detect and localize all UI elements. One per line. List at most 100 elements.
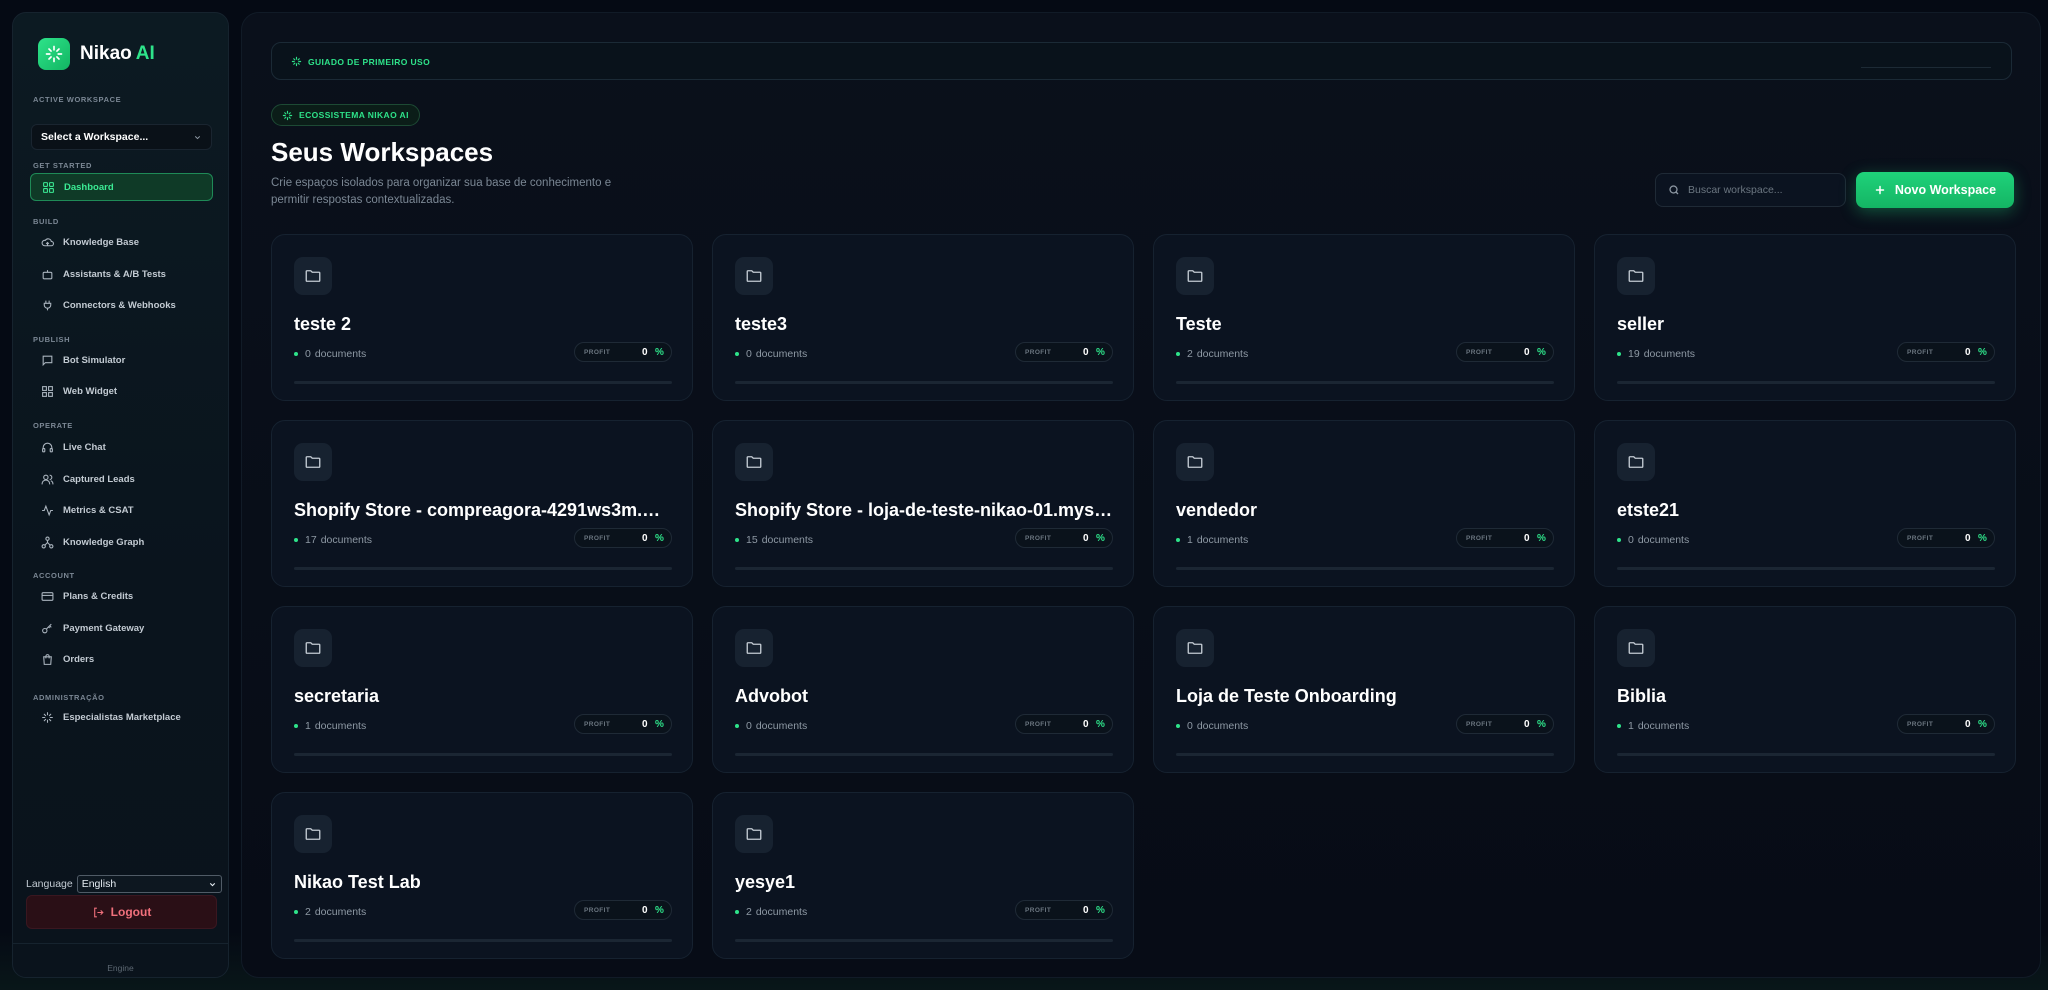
- doc-count-value: 1: [305, 720, 311, 732]
- sidebar-item-orders[interactable]: Orders: [30, 645, 213, 673]
- language-select[interactable]: English: [76, 875, 222, 893]
- workspace-card[interactable]: teste3 0 documents PROFIT 0%: [712, 234, 1134, 401]
- sidebar-item-label: Especialistas Marketplace: [63, 711, 181, 723]
- activity-icon: [42, 504, 53, 516]
- profit-progress-bar: [1617, 753, 1995, 756]
- workspace-card[interactable]: Teste 2 documents PROFIT 0%: [1153, 234, 1575, 401]
- sidebar-item-label: Metrics & CSAT: [63, 504, 134, 516]
- sidebar-item-payment-gateway[interactable]: Payment Gateway: [30, 614, 213, 642]
- new-workspace-button[interactable]: Novo Workspace: [1856, 172, 2014, 208]
- page-title: Seus Workspaces: [271, 137, 494, 167]
- workspace-name: Teste: [1176, 314, 1222, 334]
- credit-card-icon: [41, 591, 54, 601]
- folder-icon: [1176, 629, 1214, 667]
- profit-badge: PROFIT 0%: [1456, 714, 1554, 734]
- workspace-card[interactable]: yesye1 2 documents PROFIT 0%: [712, 792, 1134, 959]
- status-dot: [735, 910, 739, 914]
- doc-count-value: 2: [305, 906, 311, 918]
- profit-label: PROFIT: [1025, 535, 1052, 542]
- folder-icon: [1176, 257, 1214, 295]
- guide-label: GUIADO DE PRIMEIRO USO: [291, 56, 430, 67]
- profit-progress-bar: [735, 567, 1113, 570]
- profit-value: 0: [1083, 347, 1089, 358]
- workspace-card[interactable]: Biblia 1 documents PROFIT 0%: [1594, 606, 2016, 773]
- profit-progress-bar: [1617, 381, 1995, 384]
- brand[interactable]: Nikao AI: [38, 38, 155, 70]
- doc-count-value: 2: [1187, 348, 1193, 360]
- engine-label: Engine: [107, 963, 134, 973]
- sidebar-item-knowledge-graph[interactable]: Knowledge Graph: [30, 528, 213, 556]
- profit-badge: PROFIT 0%: [574, 342, 672, 362]
- workspace-card[interactable]: Advobot 0 documents PROFIT 0%: [712, 606, 1134, 773]
- workspace-card[interactable]: teste 2 0 documents PROFIT 0%: [271, 234, 693, 401]
- sidebar-item-live-chat[interactable]: Live Chat: [30, 433, 213, 461]
- sidebar-item-assistants[interactable]: Assistants & A/B Tests: [30, 260, 213, 288]
- profit-percent: %: [1978, 347, 1987, 358]
- doc-count-unit: documents: [755, 348, 808, 360]
- workspace-search[interactable]: [1655, 173, 1846, 207]
- sidebar-item-metrics[interactable]: Metrics & CSAT: [30, 496, 213, 524]
- sidebar-item-label: Knowledge Base: [63, 236, 140, 248]
- profit-badge: PROFIT 0%: [574, 528, 672, 548]
- status-dot: [294, 724, 298, 728]
- folder-icon: [294, 257, 332, 295]
- sidebar-item-label: Web Widget: [63, 385, 118, 397]
- section-publish: PUBLISH: [33, 335, 71, 344]
- sidebar-item-dashboard[interactable]: Dashboard: [30, 173, 213, 201]
- profit-label: PROFIT: [1025, 907, 1052, 914]
- profit-value: 0: [1524, 347, 1530, 358]
- network-icon: [41, 536, 54, 548]
- brand-name: Nikao: [80, 43, 132, 64]
- profit-label: PROFIT: [1025, 721, 1052, 728]
- logout-button[interactable]: Logout: [26, 895, 217, 929]
- profit-percent: %: [1537, 347, 1546, 358]
- sidebar-item-connectors[interactable]: Connectors & Webhooks: [30, 291, 213, 319]
- workspace-card[interactable]: Shopify Store - compreagora-4291ws3m.mys…: [271, 420, 693, 587]
- status-dot: [1176, 724, 1180, 728]
- sidebar-item-knowledge-base[interactable]: Knowledge Base: [30, 228, 213, 256]
- profit-percent: %: [1537, 719, 1546, 730]
- sidebar-item-label: Bot Simulator: [63, 354, 126, 366]
- workspace-card[interactable]: Shopify Store - loja-de-teste-nikao-01.m…: [712, 420, 1134, 587]
- shopping-bag-icon: [43, 653, 52, 665]
- workspace-card[interactable]: secretaria 1 documents PROFIT 0%: [271, 606, 693, 773]
- doc-count-value: 2: [746, 906, 752, 918]
- workspace-name: seller: [1617, 314, 1665, 334]
- workspace-card[interactable]: seller 19 documents PROFIT 0%: [1594, 234, 2016, 401]
- workspace-card[interactable]: etste21 0 documents PROFIT 0%: [1594, 420, 2016, 587]
- active-workspace-label: ACTIVE WORKSPACE: [33, 95, 122, 104]
- onboarding-guide-bar[interactable]: GUIADO DE PRIMEIRO USO: [271, 42, 2012, 80]
- sidebar-item-label: Live Chat: [63, 441, 106, 453]
- workspace-card[interactable]: Loja de Teste Onboarding 0 documents PROFIT…: [1153, 606, 1575, 773]
- profit-badge: PROFIT 0%: [574, 714, 672, 734]
- workspace-name: Shopify Store - loja-de-teste-nikao-01.m…: [735, 500, 1115, 520]
- profit-value: 0: [1524, 719, 1530, 730]
- profit-progress-bar: [1617, 567, 1995, 570]
- sidebar-item-marketplace[interactable]: Especialistas Marketplace: [30, 703, 213, 731]
- status-dot: [1176, 538, 1180, 542]
- doc-count-value: 0: [746, 720, 752, 732]
- headphones-icon: [42, 442, 53, 452]
- doc-count-unit: documents: [1637, 534, 1690, 546]
- chevron-down-icon: [194, 136, 201, 140]
- workspace-select[interactable]: Select a Workspace...: [31, 124, 212, 150]
- sparkles-icon: [42, 711, 53, 723]
- workspace-card[interactable]: vendedor 1 documents PROFIT 0%: [1153, 420, 1575, 587]
- profit-label: PROFIT: [1907, 721, 1934, 728]
- sidebar-item-plans[interactable]: Plans & Credits: [30, 582, 213, 610]
- profit-label: PROFIT: [584, 907, 611, 914]
- sidebar-item-captured-leads[interactable]: Captured Leads: [30, 465, 213, 493]
- folder-icon: [1176, 443, 1214, 481]
- workspace-doc-count: 0 documents: [294, 348, 366, 360]
- sidebar-item-bot-simulator[interactable]: Bot Simulator: [30, 346, 213, 374]
- profit-label: PROFIT: [584, 349, 611, 356]
- plug-icon: [43, 300, 52, 310]
- profit-progress-bar: [1176, 567, 1554, 570]
- profit-percent: %: [1537, 533, 1546, 544]
- workspace-card[interactable]: Nikao Test Lab 2 documents PROFIT 0%: [271, 792, 693, 959]
- workspace-name: secretaria: [294, 686, 380, 706]
- sidebar-item-web-widget[interactable]: Web Widget: [30, 377, 213, 405]
- doc-count-unit: documents: [761, 534, 814, 546]
- search-input[interactable]: [1688, 184, 1838, 196]
- workspace-doc-count: 17 documents: [294, 534, 372, 546]
